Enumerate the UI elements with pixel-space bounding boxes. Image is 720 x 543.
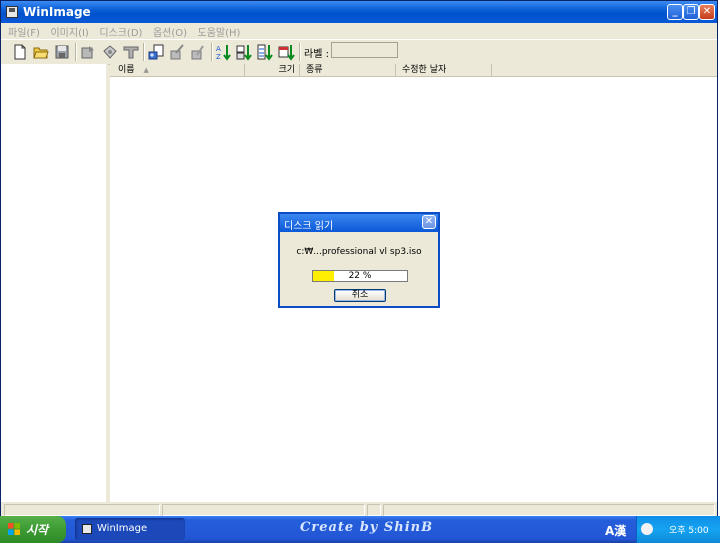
status-panel bbox=[162, 504, 365, 516]
taskbar: 시작 WinImage Create by ShinB A漢 오후 5:00 bbox=[0, 516, 720, 543]
sort-type-icon[interactable] bbox=[236, 43, 254, 61]
column-modified[interactable]: 수정한 날자 bbox=[396, 64, 492, 76]
inject-icon[interactable] bbox=[79, 43, 97, 61]
menu-disk[interactable]: 디스크(D) bbox=[99, 24, 142, 39]
extract-icon[interactable] bbox=[101, 43, 119, 61]
language-indicator[interactable]: A漢 bbox=[605, 522, 626, 539]
sort-arrow-icon: ▲ bbox=[143, 66, 149, 74]
column-type[interactable]: 종류 bbox=[300, 64, 396, 76]
disk-read-dialog: 디스크 읽기 ✕ c:₩...professional vl sp3.iso 2… bbox=[278, 212, 440, 308]
app-icon[interactable] bbox=[6, 6, 18, 18]
folder-tree-pane[interactable] bbox=[1, 64, 108, 502]
sort-name-icon[interactable]: AZ bbox=[215, 43, 233, 61]
taskbar-item-label: WinImage bbox=[97, 523, 148, 534]
sort-size-icon[interactable] bbox=[257, 43, 275, 61]
status-panel bbox=[4, 504, 160, 516]
column-modified-label: 수정한 날자 bbox=[402, 65, 447, 75]
app-window: WinImage _ ❐ ✕ 파일(F) 이미지(I) 디스크(D) 옵션(O)… bbox=[0, 0, 718, 516]
start-button[interactable]: 시작 bbox=[0, 516, 66, 543]
disk-read-icon[interactable] bbox=[147, 43, 165, 61]
column-size[interactable]: 크기 bbox=[245, 64, 300, 76]
dialog-title-bar[interactable]: 디스크 읽기 ✕ bbox=[280, 214, 438, 232]
toolbar-separator bbox=[143, 43, 145, 61]
clock[interactable]: 오후 5:00 bbox=[669, 523, 709, 536]
menu-image[interactable]: 이미지(I) bbox=[50, 24, 88, 39]
column-size-label: 크기 bbox=[278, 65, 295, 75]
progress-bar: 22 % bbox=[312, 270, 408, 282]
delete-icon[interactable] bbox=[122, 43, 140, 61]
restore-button[interactable]: ❐ bbox=[683, 4, 699, 20]
new-icon[interactable] bbox=[11, 43, 29, 61]
status-panel bbox=[383, 504, 715, 516]
column-name-label: 이름 bbox=[118, 65, 135, 75]
minimize-button[interactable]: _ bbox=[667, 4, 683, 20]
label-field[interactable] bbox=[331, 42, 398, 58]
windows-flag-icon bbox=[8, 523, 20, 535]
dialog-title: 디스크 읽기 bbox=[284, 221, 334, 232]
label-caption: 라벨 : bbox=[304, 49, 329, 60]
column-type-label: 종류 bbox=[306, 65, 323, 75]
svg-text:Z: Z bbox=[216, 53, 221, 61]
format-icon[interactable] bbox=[189, 43, 207, 61]
menu-bar: 파일(F) 이미지(I) 디스크(D) 옵션(O) 도움말(H) bbox=[1, 23, 717, 39]
taskbar-item-winimage[interactable]: WinImage bbox=[75, 518, 185, 540]
tray-icon[interactable] bbox=[641, 523, 653, 535]
progress-text: 22 % bbox=[348, 271, 372, 281]
dialog-close-button[interactable]: ✕ bbox=[422, 215, 436, 229]
column-name[interactable]: 이름 ▲ bbox=[110, 64, 245, 76]
status-bar bbox=[1, 502, 717, 516]
toolbar-separator bbox=[299, 43, 301, 61]
dialog-file-path: c:₩...professional vl sp3.iso bbox=[296, 247, 422, 257]
watermark-text: Create by ShinB bbox=[300, 520, 434, 535]
winimage-task-icon bbox=[82, 524, 92, 534]
sort-date-icon[interactable] bbox=[278, 43, 296, 61]
status-panel bbox=[367, 504, 381, 516]
window-title: WinImage bbox=[23, 5, 91, 19]
toolbar-separator bbox=[211, 43, 213, 61]
system-tray: 오후 5:00 bbox=[636, 516, 720, 543]
start-label: 시작 bbox=[26, 523, 49, 537]
close-button[interactable]: ✕ bbox=[699, 4, 715, 20]
menu-options[interactable]: 옵션(O) bbox=[153, 24, 187, 39]
title-bar[interactable]: WinImage _ ❐ ✕ bbox=[1, 1, 717, 23]
toolbar-separator bbox=[75, 43, 77, 61]
toolbar: AZ 라벨 : bbox=[1, 39, 717, 65]
menu-file[interactable]: 파일(F) bbox=[8, 24, 40, 39]
cancel-button[interactable]: 취소 bbox=[334, 289, 386, 302]
write-icon[interactable] bbox=[168, 43, 186, 61]
menu-help[interactable]: 도움말(H) bbox=[198, 24, 241, 39]
svg-text:A: A bbox=[216, 45, 221, 53]
open-icon[interactable] bbox=[32, 43, 50, 61]
save-icon[interactable] bbox=[53, 43, 71, 61]
list-header: 이름 ▲ 크기 종류 수정한 날자 bbox=[110, 64, 717, 77]
